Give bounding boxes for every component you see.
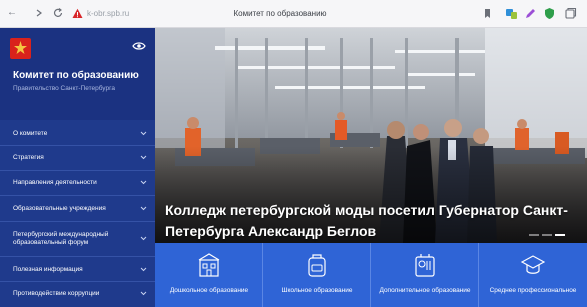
chevron-down-icon [140,236,147,241]
extra-education-icon [415,254,435,277]
chevron-down-icon [140,180,147,185]
shield-icon[interactable] [543,7,556,20]
sidebar-item-label: О комитете [13,130,48,137]
school-bag-icon [308,254,326,277]
sidebar-item-label: Направления деятельности [13,179,97,186]
sidebar-item-label: Петербургский международный образователь… [13,231,109,246]
browser-toolbar: ← k-obr.spb.ru Комитет по образованию [0,0,587,28]
address-bar[interactable]: k-obr.spb.ru [72,8,142,20]
preschool-icon [198,253,220,277]
extensions-icon[interactable] [505,7,518,20]
chevron-down-icon [140,291,147,296]
hero-caption[interactable]: Колледж петербургской моды посетил Губер… [165,200,585,242]
graduation-cap-icon [521,255,545,274]
site-title[interactable]: Комитет по образованию [13,70,153,82]
chevron-down-icon [140,155,147,160]
brand-block: Комитет по образованию Правительство Сан… [0,28,155,120]
coat-of-arms-icon [14,41,27,54]
logo[interactable] [10,38,31,59]
sidebar-item-useful-info[interactable]: Полезная информация [0,257,155,282]
url-text: k-obr.spb.ru [87,9,130,18]
slider-dot[interactable] [529,234,539,236]
sidebar-item-activities[interactable]: Направления деятельности [0,171,155,196]
sidebar-item-label: Стратегия [13,154,44,161]
category-extra-education[interactable]: Дополнительное образование [371,243,479,307]
category-vocational[interactable]: Среднее профессиональное [479,243,587,307]
back-icon[interactable]: ← [6,7,18,19]
slider-dot[interactable] [542,234,552,236]
category-label: Среднее профессиональное [489,287,577,294]
tab-title: Комитет по образованию [233,9,327,18]
reload-icon[interactable] [52,7,64,19]
sidebar-item-anti-corruption[interactable]: Противодействие коррупции [0,282,155,307]
sidebar: Комитет по образованию Правительство Сан… [0,28,155,307]
sidebar-item-label: Полезная информация [13,266,83,273]
sidebar-item-institutions[interactable]: Образовательные учреждения [0,196,155,222]
eye-icon[interactable] [132,41,146,51]
site-subtitle: Правительство Санкт-Петербурга [13,85,115,92]
chevron-down-icon [140,267,147,272]
category-label: Школьное образование [281,287,353,294]
sidebar-item-strategy[interactable]: Стратегия [0,146,155,171]
slider-pagination [529,234,565,237]
sidebar-menu: О комитете Стратегия Направления деятель… [0,122,155,307]
chevron-down-icon [140,131,147,136]
sidebar-item-label: Образовательные учреждения [13,205,106,212]
sidebar-item-forum[interactable]: Петербургский международный образователь… [0,222,155,257]
chevron-down-icon [140,206,147,211]
forward-icon[interactable] [33,7,45,19]
category-school[interactable]: Школьное образование [263,243,371,307]
sidebar-item-label: Противодействие коррупции [13,290,100,297]
pen-icon[interactable] [524,7,537,20]
slider-dot-active[interactable] [555,234,565,236]
bookmark-icon[interactable] [481,7,494,20]
sidebar-item-about[interactable]: О комитете [0,122,155,146]
category-bar: Дошкольное образование Школьное образова… [155,243,587,307]
hero-slider[interactable]: Колледж петербургской моды посетил Губер… [155,28,587,243]
category-label: Дополнительное образование [379,287,471,294]
tabs-icon[interactable] [564,7,577,20]
category-preschool[interactable]: Дошкольное образование [155,243,263,307]
category-label: Дошкольное образование [169,287,249,294]
warning-icon [72,8,83,18]
